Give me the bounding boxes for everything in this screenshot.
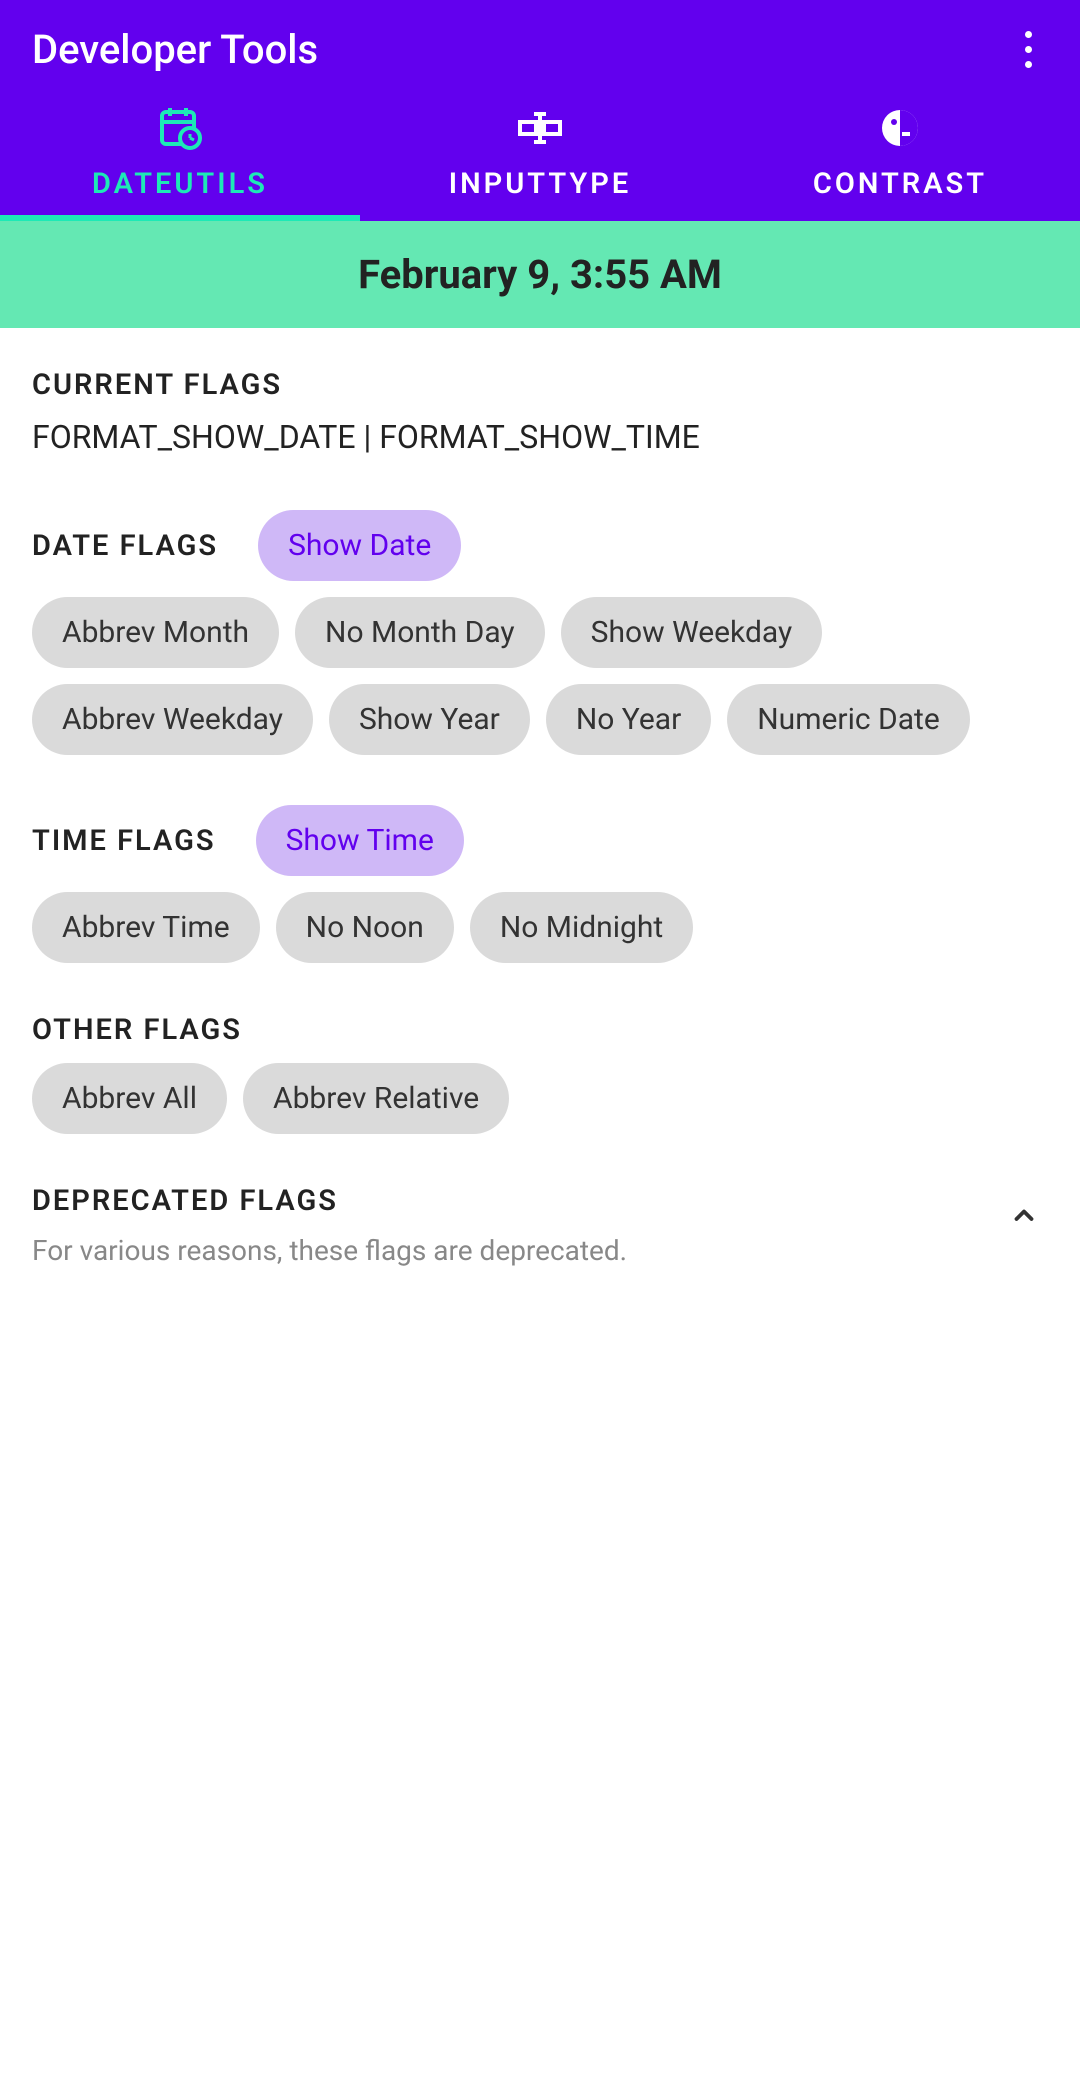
chip-show-time[interactable]: Show Time <box>256 805 464 876</box>
other-flags-header: OTHER FLAGS <box>32 1013 1048 1047</box>
tab-label: INPUTTYPE <box>360 167 720 201</box>
tab-contrast[interactable]: CONTRAST <box>720 83 1080 221</box>
deprecated-header: DEPRECATED FLAGS <box>32 1184 1000 1218</box>
chip-no-noon[interactable]: No Noon <box>276 892 454 963</box>
content-area: CURRENT FLAGS FORMAT_SHOW_DATE | FORMAT_… <box>0 328 1080 1307</box>
chip-show-weekday[interactable]: Show Weekday <box>561 597 823 668</box>
date-flags-chips: Abbrev Month No Month Day Show Weekday A… <box>32 597 1048 755</box>
chip-abbrev-all[interactable]: Abbrev All <box>32 1063 227 1134</box>
chip-abbrev-time[interactable]: Abbrev Time <box>32 892 260 963</box>
date-display: February 9, 3:55 AM <box>0 221 1080 328</box>
date-flags-header: DATE FLAGS <box>32 529 218 563</box>
app-title: Developer Tools <box>32 26 318 73</box>
tab-bar: DATEUTILS INPUTTYPE CONTRAST <box>0 83 1080 221</box>
tab-label: DATEUTILS <box>0 167 360 201</box>
tab-label: CONTRAST <box>720 167 1080 201</box>
chip-abbrev-weekday[interactable]: Abbrev Weekday <box>32 684 313 755</box>
chip-abbrev-month[interactable]: Abbrev Month <box>32 597 279 668</box>
chip-show-year[interactable]: Show Year <box>329 684 530 755</box>
tab-inputtype[interactable]: INPUTTYPE <box>360 83 720 221</box>
appbar: Developer Tools <box>0 0 1080 83</box>
time-flags-chips: Abbrev Time No Noon No Midnight <box>32 892 1048 963</box>
deprecated-section: DEPRECATED FLAGS For various reasons, th… <box>32 1184 1048 1267</box>
chip-no-year[interactable]: No Year <box>546 684 711 755</box>
other-flags-chips: Abbrev All Abbrev Relative <box>32 1063 1048 1134</box>
input-cursor-icon <box>360 103 720 153</box>
chip-no-month-day[interactable]: No Month Day <box>295 597 545 668</box>
overflow-menu-icon[interactable] <box>1008 31 1048 68</box>
chevron-up-icon[interactable] <box>1000 1192 1048 1240</box>
current-flags-value: FORMAT_SHOW_DATE | FORMAT_SHOW_TIME <box>32 418 1048 456</box>
tab-dateutils[interactable]: DATEUTILS <box>0 83 360 221</box>
deprecated-subtitle: For various reasons, these flags are dep… <box>32 1234 1000 1267</box>
chip-abbrev-relative[interactable]: Abbrev Relative <box>243 1063 509 1134</box>
time-flags-header: TIME FLAGS <box>32 824 216 858</box>
calendar-clock-icon <box>0 103 360 153</box>
current-flags-header: CURRENT FLAGS <box>32 368 1048 402</box>
chip-numeric-date[interactable]: Numeric Date <box>727 684 970 755</box>
chip-show-date[interactable]: Show Date <box>258 510 461 581</box>
chip-no-midnight[interactable]: No Midnight <box>470 892 693 963</box>
contrast-icon <box>720 103 1080 153</box>
